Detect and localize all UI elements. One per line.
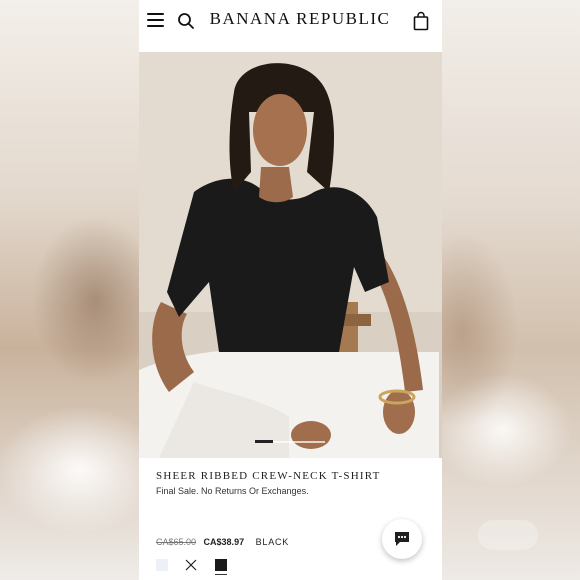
selected-color-name: BLACK — [255, 537, 290, 547]
blurred-chat-reflection — [478, 520, 538, 550]
blurred-background-right — [442, 0, 580, 580]
swatch-black[interactable] — [215, 559, 227, 571]
shopping-bag-icon[interactable] — [413, 11, 429, 31]
final-sale-note: Final Sale. No Returns Or Exchanges. — [156, 486, 309, 496]
carousel-pager-active — [255, 440, 273, 443]
site-header: BANANA REPUBLIC — [139, 0, 442, 52]
hamburger-menu-icon[interactable] — [147, 13, 164, 27]
product-title: SHEER RIBBED CREW-NECK T-SHIRT — [156, 470, 381, 482]
blurred-background-left — [0, 0, 139, 580]
search-icon[interactable] — [177, 12, 195, 30]
price-row: CA$65.00 CA$38.97 BLACK — [156, 537, 289, 547]
selected-swatch-indicator — [215, 574, 227, 575]
x-icon[interactable] — [185, 559, 197, 571]
chat-button[interactable] — [382, 519, 422, 559]
swatch-light-lavender[interactable] — [156, 559, 168, 571]
sale-price: CA$38.97 — [203, 537, 245, 547]
product-image[interactable] — [139, 52, 442, 458]
brand-logo[interactable]: BANANA REPUBLIC — [205, 9, 395, 29]
carousel-pager[interactable] — [255, 440, 325, 443]
chat-bubble-icon — [395, 532, 409, 546]
model-photo — [139, 52, 442, 458]
mobile-screen: BANANA REPUBLIC SHEER RIBBED CREW-NECK T… — [139, 0, 442, 580]
original-price: CA$65.00 — [156, 537, 197, 547]
